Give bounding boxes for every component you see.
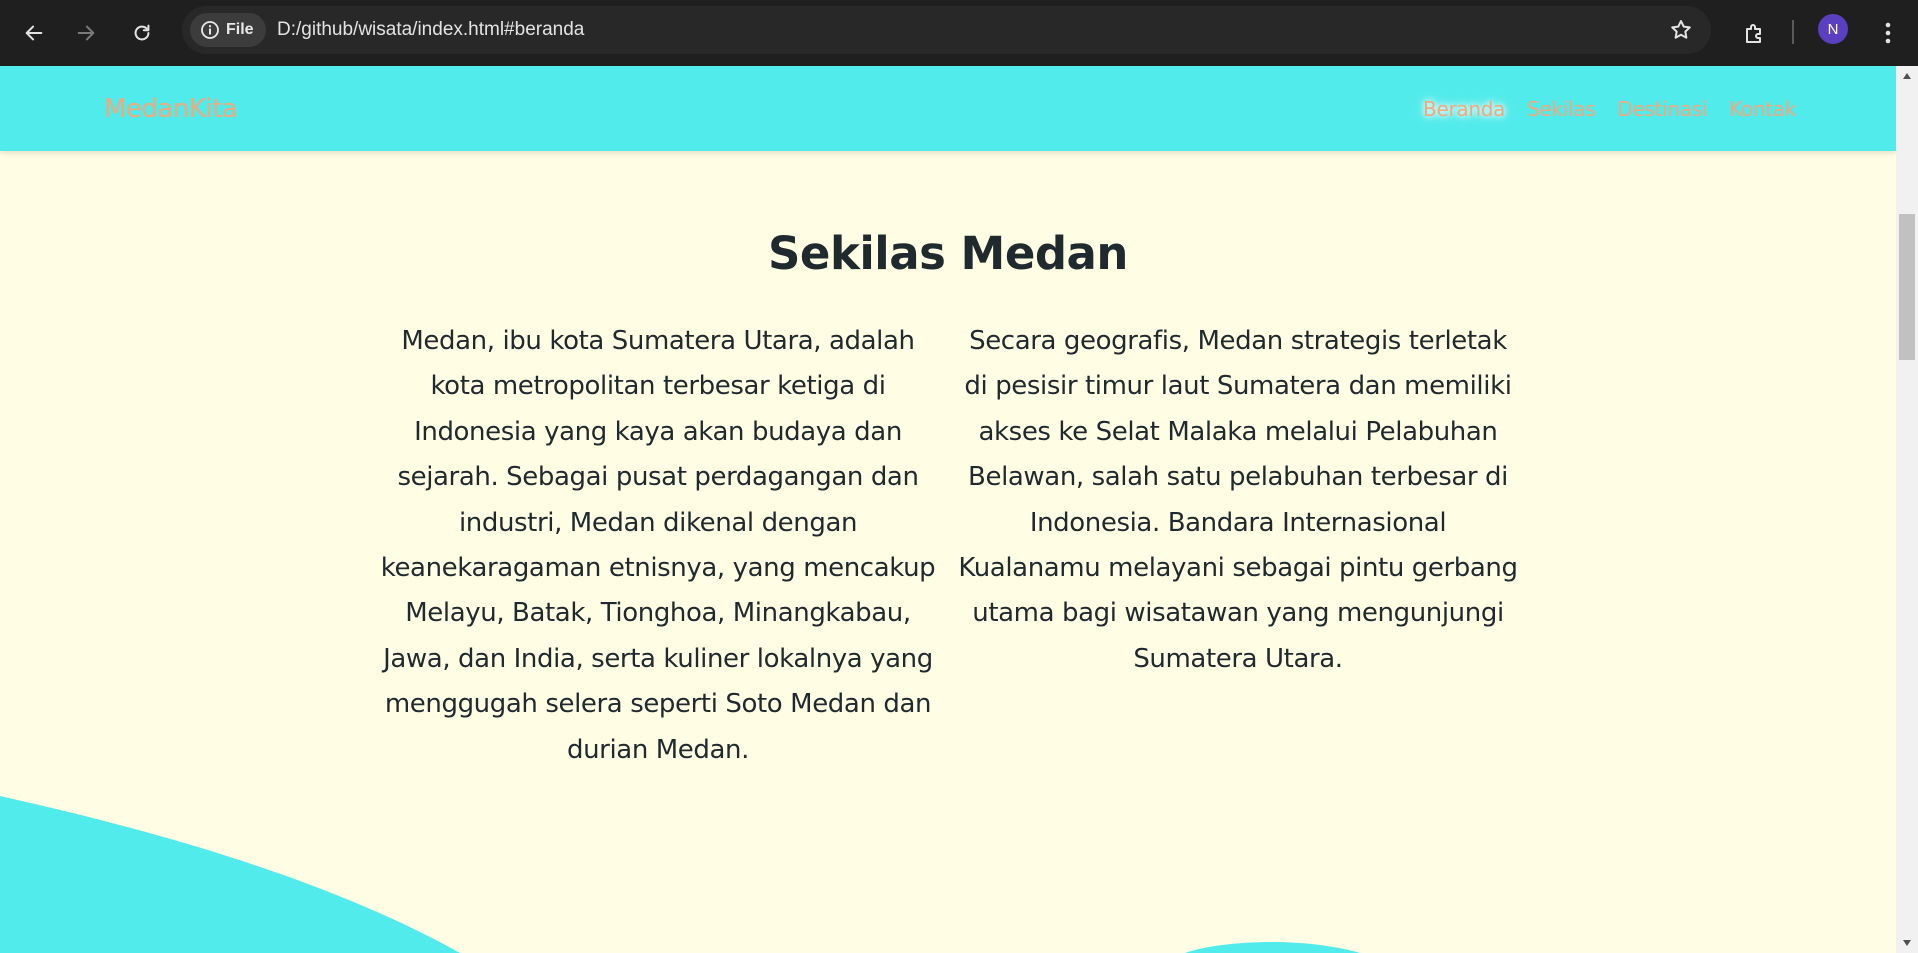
profile-avatar[interactable]: N xyxy=(1818,14,1848,44)
section-title: Sekilas Medan xyxy=(768,227,1128,280)
intro-paragraph: Medan, ibu kota Sumatera Utara, adalah k… xyxy=(380,326,936,765)
nav-link-kontak[interactable]: Kontak xyxy=(1729,97,1796,121)
forward-button[interactable] xyxy=(64,11,108,55)
geography-paragraph: Secara geografis, Medan strategis terlet… xyxy=(958,326,1518,674)
decorative-wave xyxy=(0,796,1360,953)
extensions-icon xyxy=(1742,21,1766,45)
star-icon[interactable] xyxy=(1669,18,1693,42)
extensions-button[interactable] xyxy=(1732,11,1776,55)
page-viewport: MedanKita Beranda Sekilas Destinasi Kont… xyxy=(0,66,1896,953)
back-button[interactable] xyxy=(12,11,56,55)
menu-button[interactable] xyxy=(1870,11,1906,55)
back-arrow-icon xyxy=(23,22,45,44)
site-navbar: MedanKita Beranda Sekilas Destinasi Kont… xyxy=(0,66,1896,151)
site-chip-label: File xyxy=(226,21,254,38)
nav-links: Beranda Sekilas Destinasi Kontak xyxy=(1423,66,1796,151)
browser-toolbar: File D:/github/wisata/index.html#beranda… xyxy=(0,0,1918,66)
nav-link-sekilas[interactable]: Sekilas xyxy=(1527,97,1596,121)
nav-link-destinasi[interactable]: Destinasi xyxy=(1617,97,1707,121)
scrollbar-thumb[interactable] xyxy=(1899,214,1915,360)
forward-arrow-icon xyxy=(75,22,97,44)
scroll-down-arrow-icon[interactable] xyxy=(1896,933,1918,953)
page-scrollbar[interactable] xyxy=(1896,66,1918,953)
nav-link-beranda[interactable]: Beranda xyxy=(1423,97,1505,121)
address-bar[interactable]: File D:/github/wisata/index.html#beranda xyxy=(182,6,1711,54)
site-info-chip[interactable]: File xyxy=(190,13,266,47)
info-icon xyxy=(200,20,220,40)
brand-logo-link[interactable]: MedanKita xyxy=(104,66,238,153)
reload-button[interactable] xyxy=(120,11,164,55)
toolbar-divider xyxy=(1792,20,1794,44)
scroll-up-arrow-icon[interactable] xyxy=(1896,66,1918,86)
kebab-menu-icon xyxy=(1885,22,1891,44)
reload-icon xyxy=(131,22,153,44)
url-text[interactable]: D:/github/wisata/index.html#beranda xyxy=(277,6,584,54)
